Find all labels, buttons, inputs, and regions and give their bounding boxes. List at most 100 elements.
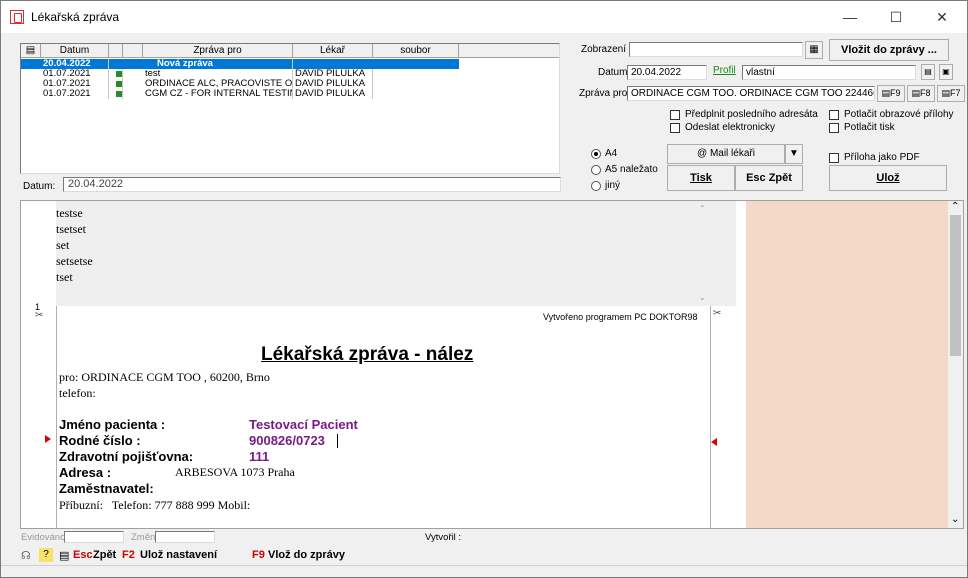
report-title: Lékařská zpráva - nález [261, 344, 474, 365]
note-line: testse [56, 206, 83, 220]
predplnit-checkbox[interactable] [670, 110, 680, 120]
reports-list[interactable]: ▤ Datum Zpráva pro Lékař soubor 20.04.20… [20, 43, 560, 174]
sort-icon[interactable]: ▤ [21, 44, 41, 58]
notes-area[interactable] [56, 201, 736, 306]
f8-button[interactable]: ▤F8 [907, 85, 935, 102]
mail-dropdown-icon[interactable]: ▼ [785, 144, 803, 164]
profil-link[interactable]: Profil [713, 65, 736, 76]
vytvoril-label: Vytvořil : [425, 532, 462, 543]
note-line: set [56, 238, 70, 252]
report-pro-line: pro: ORDINACE CGM TOO , 60200, Brno [59, 370, 270, 384]
odeslat-checkbox[interactable] [670, 123, 680, 133]
tisk-button[interactable]: Tisk [667, 165, 735, 191]
maximize-button[interactable]: ☐ [873, 1, 919, 33]
f9-label: F9 [890, 88, 901, 98]
f7-icon: ▤ [941, 88, 950, 98]
scroll-down-icon[interactable]: ⌄ [951, 514, 959, 525]
list-row[interactable]: 01.07.2021 ORDINACE ALC, PRACOVIŠTĚ O DA… [21, 79, 459, 89]
f7-button[interactable]: ▤F7 [937, 85, 965, 102]
text-cursor [337, 434, 338, 448]
jmeno-label: Jméno pacienta : [59, 417, 166, 432]
datum-label: Datum [598, 67, 628, 78]
f9-key-label[interactable]: F9 [252, 549, 265, 561]
f9-button[interactable]: ▤F9 [877, 85, 905, 102]
notes-scroll-up-icon[interactable]: ⌃ [699, 204, 706, 213]
mail-lekari-button[interactable]: @ Mail lékaři [667, 144, 785, 164]
window: Lékařská zpráva — ☐ ✕ ▤ Datum Zpráva pro… [0, 0, 968, 578]
datum-filter-input[interactable]: 20.04.2022 [63, 177, 561, 192]
list-row[interactable]: 01.07.2021 CGM CZ - FOR INTERNAL TESTIN … [21, 89, 459, 99]
row-marker-left-icon [45, 435, 51, 443]
list-header: ▤ Datum Zpráva pro Lékař soubor [21, 44, 559, 58]
row-date: 01.07.2021 [41, 89, 109, 99]
jmeno-value: Testovací Pacient [249, 417, 358, 432]
radio-a4-label: A4 [605, 148, 618, 159]
potlacit-tisk-label: Potlačit tisk [844, 122, 895, 133]
adresa-label: Adresa : [59, 465, 112, 480]
close-button[interactable]: ✕ [919, 1, 965, 33]
help-icon[interactable]: ? [39, 548, 53, 562]
left-margin-scissors-icon[interactable]: ✂ [35, 310, 43, 321]
f8-icon: ▤ [911, 88, 920, 98]
list-row[interactable]: 01.07.2021 test DAVID PILULKA [21, 69, 459, 79]
col-zprava-pro[interactable]: Zpráva pro [143, 44, 293, 58]
zobrazeni-picker-icon[interactable]: ▦ [805, 41, 823, 59]
radio-a4[interactable] [591, 149, 601, 159]
zprava-pro-input[interactable]: ORDINACE CGM TOO. ORDINACE CGM TOO 22446… [627, 86, 875, 101]
col-lock[interactable] [109, 44, 123, 58]
evidovano-field [64, 531, 124, 543]
printer-icon[interactable]: ▤ [59, 549, 69, 562]
esc-zpet-button[interactable]: Esc Zpět [735, 165, 803, 191]
left-margin-line [56, 306, 57, 528]
col-datum[interactable]: Datum [41, 44, 109, 58]
row-recipient: CGM CZ - FOR INTERNAL TESTIN [145, 89, 293, 99]
col-lekar[interactable]: Lékař [293, 44, 373, 58]
lock-icon [109, 79, 123, 89]
priloha-pdf-checkbox[interactable] [829, 153, 839, 163]
col-soubor[interactable]: soubor [373, 44, 459, 58]
potlacit-tisk-checkbox[interactable] [829, 123, 839, 133]
right-margin-scissors-icon[interactable]: ✂ [713, 308, 721, 319]
notes-scroll-down-icon[interactable]: ⌄ [699, 293, 706, 302]
datum-input[interactable]: 20.04.2022 [627, 65, 707, 80]
radio-jiny[interactable] [591, 181, 601, 191]
note-line: setsetse [56, 254, 93, 268]
vertical-scrollbar[interactable]: ⌃ ⌄ [948, 201, 963, 528]
report-editor[interactable]: testse tsetset set setsetse tset ⌃ ⌄ 1 ✂… [20, 200, 964, 529]
evidovano-label: Evidováno [21, 532, 66, 543]
created-by-text: Vytvořeno programem PC DOKTOR98 [543, 312, 698, 322]
potlacit-obrazove-checkbox[interactable] [829, 110, 839, 120]
headset-icon[interactable]: ☊ [21, 549, 31, 562]
row-doctor: DAVID PILULKA [293, 69, 373, 79]
vlozit-do-zpravy-button[interactable]: Vložit do zprávy ... [829, 39, 949, 61]
pribuzni-line: Příbuzní: Telefon: 777 888 999 Mobil: [59, 498, 251, 512]
minimize-button[interactable]: — [827, 1, 873, 33]
col-flag[interactable] [123, 44, 143, 58]
pojistovna-value: 111 [249, 449, 270, 464]
list-row[interactable]: 20.04.2022 Nová zpráva [21, 59, 459, 69]
row-date: 01.07.2021 [41, 69, 109, 79]
profil-save-icon[interactable]: ▣ [939, 64, 953, 80]
f7-label: F7 [950, 88, 961, 98]
f2-key-label[interactable]: F2 [122, 549, 135, 561]
f2-key-text[interactable]: Ulož nastavení [140, 549, 217, 561]
f9-key-text[interactable]: Vlož do zprávy [268, 549, 345, 561]
adresa-value: ARBESOVA 1073 Praha [175, 465, 295, 479]
note-line: tsetset [56, 222, 86, 236]
scrollbar-thumb[interactable] [950, 215, 961, 356]
row-date: 20.04.2022 [41, 59, 109, 69]
datum-filter-label: Datum: [23, 181, 56, 192]
esc-key-text[interactable]: Zpět [93, 549, 116, 561]
potlacit-obrazove-label: Potlačit obrazové přílohy [844, 109, 954, 120]
uloz-button[interactable]: Ulož [829, 165, 947, 191]
zobrazeni-input[interactable] [629, 42, 803, 57]
lock-icon [109, 69, 123, 79]
scroll-up-icon[interactable]: ⌃ [951, 201, 959, 212]
profil-input[interactable]: vlastní [742, 65, 916, 80]
radio-a5[interactable] [591, 165, 601, 175]
zamestnavatel-label: Zaměstnavatel: [59, 481, 154, 496]
esc-key-label[interactable]: Esc [73, 549, 93, 561]
pojistovna-label: Zdravotní pojišťovna: [59, 449, 194, 464]
profil-list-icon[interactable]: ▤ [921, 64, 935, 80]
zobrazeni-label: Zobrazení [581, 44, 627, 55]
